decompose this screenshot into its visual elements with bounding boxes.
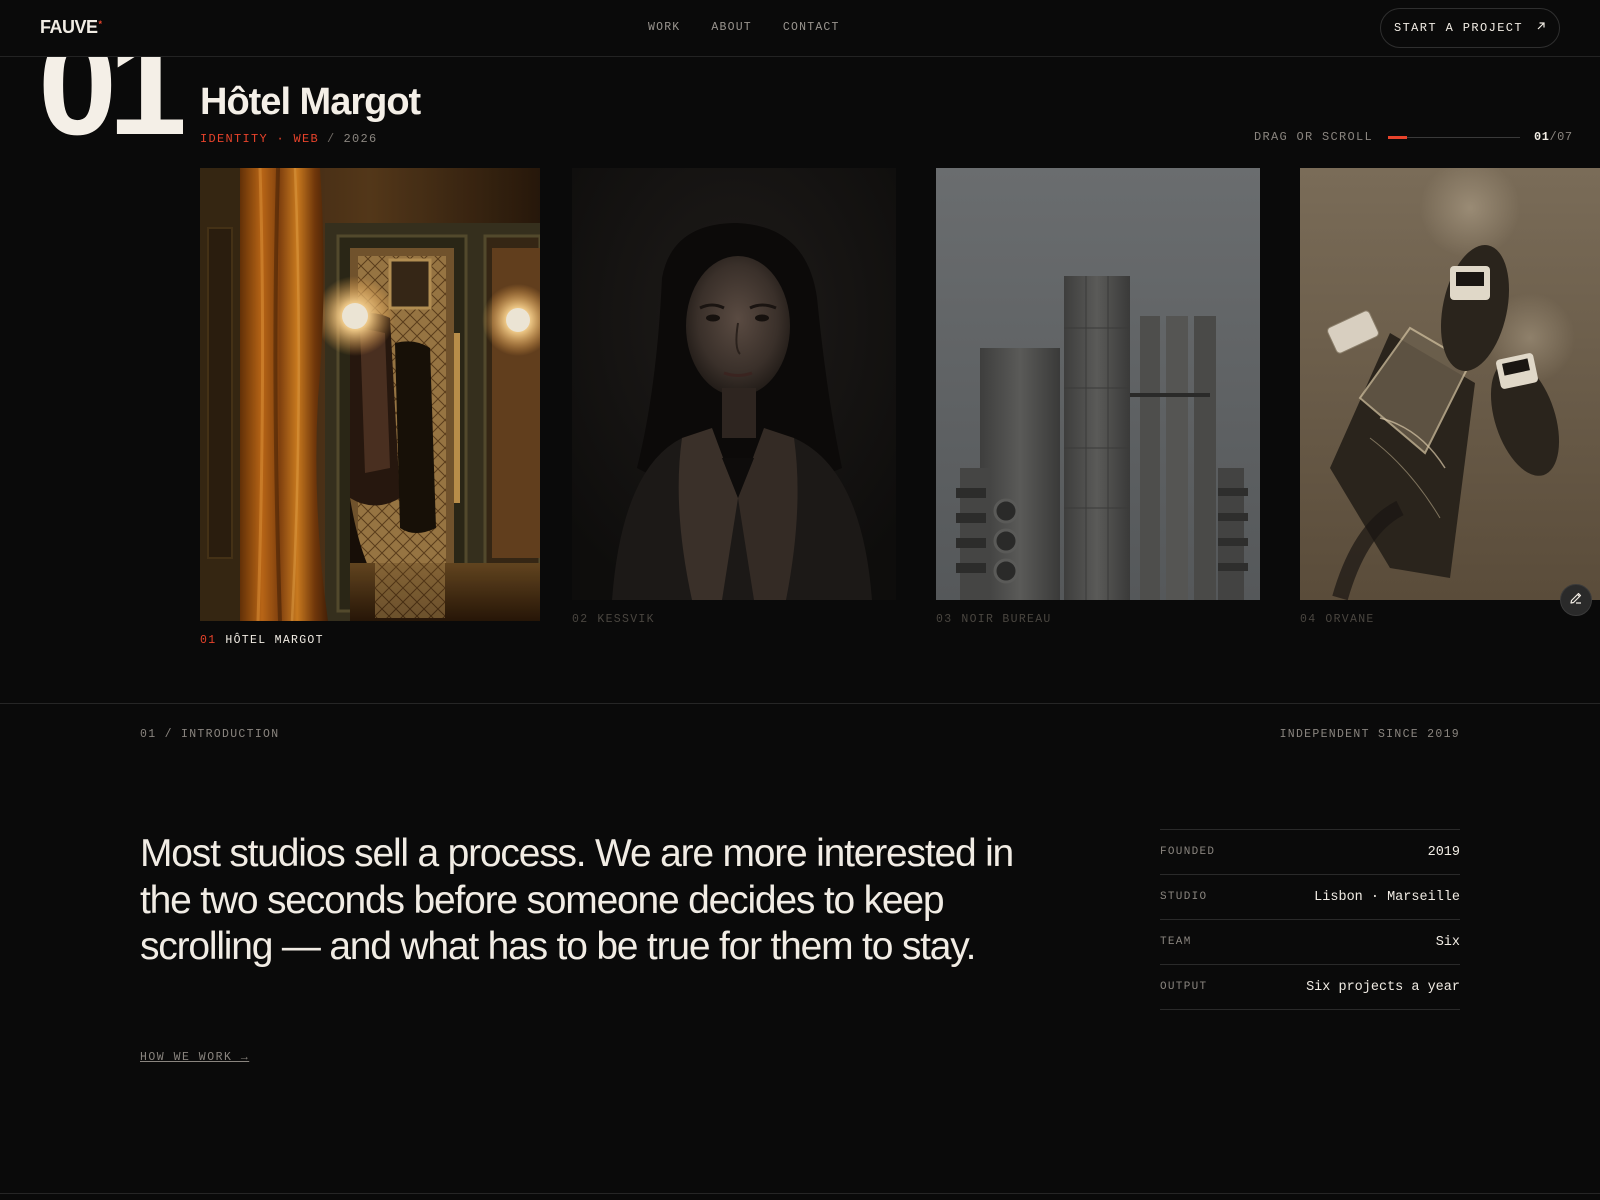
nav-link-contact[interactable]: CONTACT [783, 21, 840, 34]
drag-hint: DRAG OR SCROLL [1254, 130, 1374, 144]
fact-key: FOUNDED [1160, 846, 1216, 858]
fact-value: 2019 [1427, 844, 1460, 860]
footer-divider [0, 1193, 1600, 1194]
pencil-icon [1569, 591, 1583, 610]
card-title: HÔTEL MARGOT [225, 634, 324, 647]
project-tags: IDENTITY · WEB [200, 132, 320, 146]
site-header: FAUVE* WORK ABOUT CONTACT START A PROJEC… [0, 0, 1600, 57]
project-card-kessvik[interactable] [572, 168, 896, 600]
card-number: 01 [200, 634, 217, 647]
perfume-bottles-image [1300, 168, 1600, 600]
nav-link-about[interactable]: ABOUT [711, 21, 752, 34]
project-year: 2026 [343, 132, 378, 146]
fact-key: TEAM [1160, 936, 1192, 948]
independent-since: INDEPENDENT SINCE 2019 [1279, 728, 1460, 741]
slider-progress: DRAG OR SCROLL 01/07 [1254, 130, 1573, 144]
card-caption-orvane[interactable]: 04 ORVANE [1300, 613, 1375, 626]
project-card-orvane[interactable] [1300, 168, 1600, 600]
studio-statement: Most studios sell a process. We are more… [140, 832, 1014, 968]
fact-key: OUTPUT [1160, 981, 1208, 993]
logo-accent-mark: * [98, 19, 103, 29]
portrait-image [572, 168, 896, 600]
arrow-up-right-icon [1536, 21, 1546, 35]
meta-separator: / [327, 132, 336, 146]
project-title: Hôtel Margot [200, 81, 421, 123]
card-title: KESSVIK [597, 613, 655, 626]
card-number: 02 [572, 613, 589, 626]
hotel-interior-image [200, 168, 540, 621]
project-meta: IDENTITY · WEB / 2026 [200, 132, 378, 146]
fact-row-team: TEAM Six [1160, 920, 1460, 965]
card-title: ORVANE [1325, 613, 1375, 626]
card-number: 03 [936, 613, 953, 626]
brutalist-building-image [936, 168, 1260, 600]
start-project-button[interactable]: START A PROJECT [1380, 8, 1560, 48]
card-caption-kessvik[interactable]: 02 KESSVIK [572, 613, 655, 626]
edit-button[interactable] [1560, 584, 1592, 616]
how-we-work-link[interactable]: HOW WE WORK → [140, 1051, 249, 1064]
main-nav: WORK ABOUT CONTACT [648, 21, 840, 34]
progress-fill [1388, 135, 1407, 139]
studio-facts: FOUNDED 2019 STUDIO Lisbon · Marseille T… [1160, 829, 1460, 1010]
progress-track[interactable] [1388, 135, 1521, 139]
fact-value: Six [1435, 934, 1460, 950]
nav-link-work[interactable]: WORK [648, 21, 680, 34]
brand-logo[interactable]: FAUVE* [40, 17, 103, 38]
card-caption-hotel-margot[interactable]: 01 HÔTEL MARGOT [200, 634, 324, 647]
card-caption-noir-bureau[interactable]: 03 NOIR BUREAU [936, 613, 1052, 626]
slide-total: /07 [1549, 130, 1573, 144]
fact-value: Lisbon · Marseille [1314, 889, 1460, 905]
fact-value: Six projects a year [1306, 979, 1460, 995]
fact-row-output: OUTPUT Six projects a year [1160, 965, 1460, 1010]
project-card-hotel-margot[interactable] [200, 168, 540, 621]
section-divider [0, 703, 1600, 704]
slide-counter: 01/07 [1534, 130, 1573, 144]
slide-current: 01 [1534, 130, 1550, 144]
fact-row-founded: FOUNDED 2019 [1160, 830, 1460, 875]
project-card-noir-bureau[interactable] [936, 168, 1260, 600]
start-project-label: START A PROJECT [1393, 21, 1524, 35]
card-number: 04 [1300, 613, 1317, 626]
card-title: NOIR BUREAU [961, 613, 1052, 626]
fact-row-studio: STUDIO Lisbon · Marseille [1160, 875, 1460, 920]
fact-key: STUDIO [1160, 891, 1208, 903]
section-label: 01 / INTRODUCTION [140, 728, 280, 741]
